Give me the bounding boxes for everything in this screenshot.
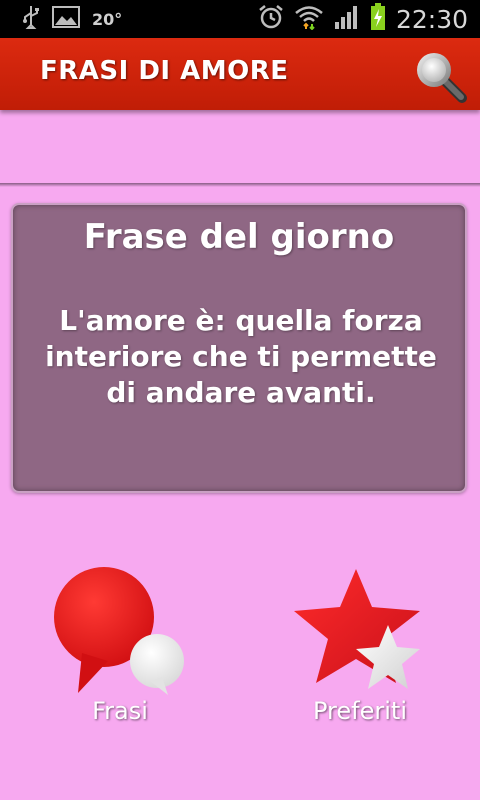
battery-icon — [370, 3, 386, 35]
frasi-label: Frasi — [92, 697, 148, 725]
alarm-icon — [258, 4, 284, 34]
search-button[interactable] — [410, 46, 470, 106]
clock-text: 22:30 — [395, 4, 468, 34]
temperature-text: 20° — [92, 9, 123, 29]
quote-text: L'amore è: quella forza interiore che ti… — [45, 304, 437, 409]
app-title: FRASI DI AMORE — [40, 56, 289, 86]
usb-icon — [22, 5, 40, 33]
search-icon — [417, 53, 467, 103]
quote-card-title: Frase del giorno — [83, 217, 395, 257]
star-icon — [294, 569, 420, 689]
quote-of-the-day-card: Frase del giorno L'amore è: quella forza… — [11, 203, 467, 493]
frasi-button[interactable]: Frasi — [30, 565, 210, 745]
signal-icon — [334, 4, 360, 34]
preferiti-button[interactable]: Preferiti — [270, 565, 450, 745]
app-bar: FRASI DI AMORE — [0, 38, 480, 110]
image-icon — [52, 6, 80, 32]
banner-divider — [0, 183, 480, 187]
speech-bubbles-icon — [54, 567, 184, 695]
wifi-icon — [294, 4, 324, 34]
preferiti-label: Preferiti — [313, 697, 407, 725]
status-bar: 20° 22:30 — [0, 0, 480, 38]
